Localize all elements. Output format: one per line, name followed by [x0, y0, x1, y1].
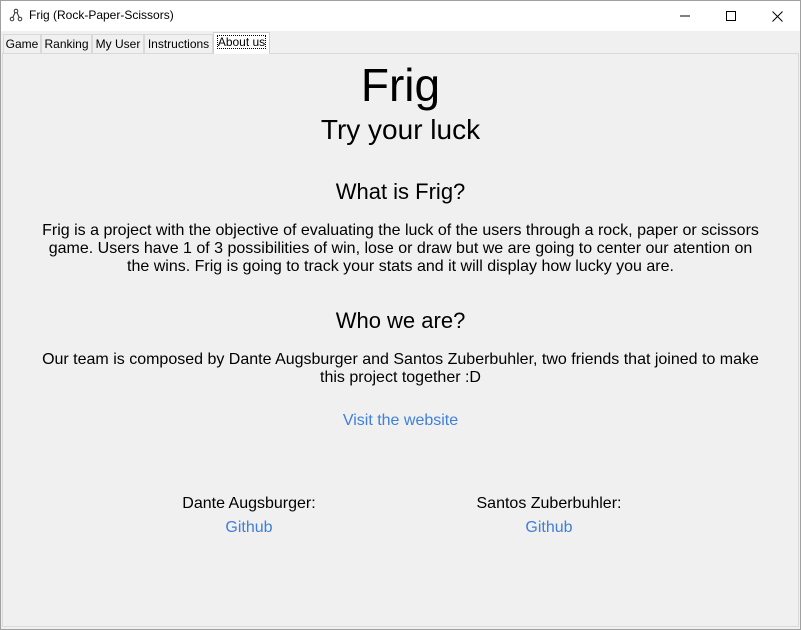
member-name: Santos Zuberbuhler:: [476, 495, 622, 512]
member-card-santos: Santos Zuberbuhler: Github: [429, 495, 669, 537]
window-title: Frig (Rock-Paper-Scissors): [29, 8, 174, 22]
tab-label: Ranking: [44, 37, 89, 51]
tab-strip: Game Ranking My User Instructions About …: [1, 31, 800, 54]
what-is-heading: What is Frig?: [335, 179, 466, 204]
member-card-dante: Dante Augsburger: Github: [129, 495, 369, 537]
who-we-are-text-block: Our team is composed by Dante Augsburger…: [1, 351, 800, 387]
github-link-santos[interactable]: Github: [525, 519, 572, 537]
tab-label: Game: [5, 37, 39, 51]
who-we-are-heading: Who we are?: [335, 308, 466, 333]
member-name: Dante Augsburger:: [182, 495, 316, 512]
website-link-row: Visit the website: [1, 412, 800, 430]
page-subtitle: Try your luck: [320, 114, 481, 145]
tab-ranking[interactable]: Ranking: [41, 34, 92, 53]
who-we-are-paragraph: Our team is composed by Dante Augsburger…: [42, 351, 759, 386]
minimize-icon: [680, 15, 690, 17]
what-is-paragraph: Frig is a project with the objective of …: [42, 222, 759, 275]
close-button[interactable]: [754, 1, 800, 31]
tab-instructions[interactable]: Instructions: [144, 34, 213, 53]
maximize-icon: [726, 11, 736, 21]
maximize-button[interactable]: [708, 1, 754, 31]
tab-my-user[interactable]: My User: [92, 34, 144, 53]
close-icon: [771, 10, 783, 22]
title-bar[interactable]: Frig (Rock-Paper-Scissors): [1, 1, 800, 31]
what-is-text-block: Frig is a project with the objective of …: [1, 222, 800, 276]
app-icon: [9, 8, 23, 22]
tab-label: About us: [216, 35, 267, 49]
tab-label: Instructions: [147, 37, 210, 51]
app-window: Frig (Rock-Paper-Scissors) Game Ranking …: [0, 0, 801, 630]
minimize-button[interactable]: [662, 1, 708, 31]
github-link-dante[interactable]: Github: [225, 519, 272, 537]
page-title: Frig: [360, 59, 441, 111]
visit-website-link[interactable]: Visit the website: [343, 412, 458, 429]
tab-about-us[interactable]: About us: [213, 32, 270, 54]
tab-game[interactable]: Game: [3, 34, 41, 53]
tab-label: My User: [95, 37, 141, 51]
